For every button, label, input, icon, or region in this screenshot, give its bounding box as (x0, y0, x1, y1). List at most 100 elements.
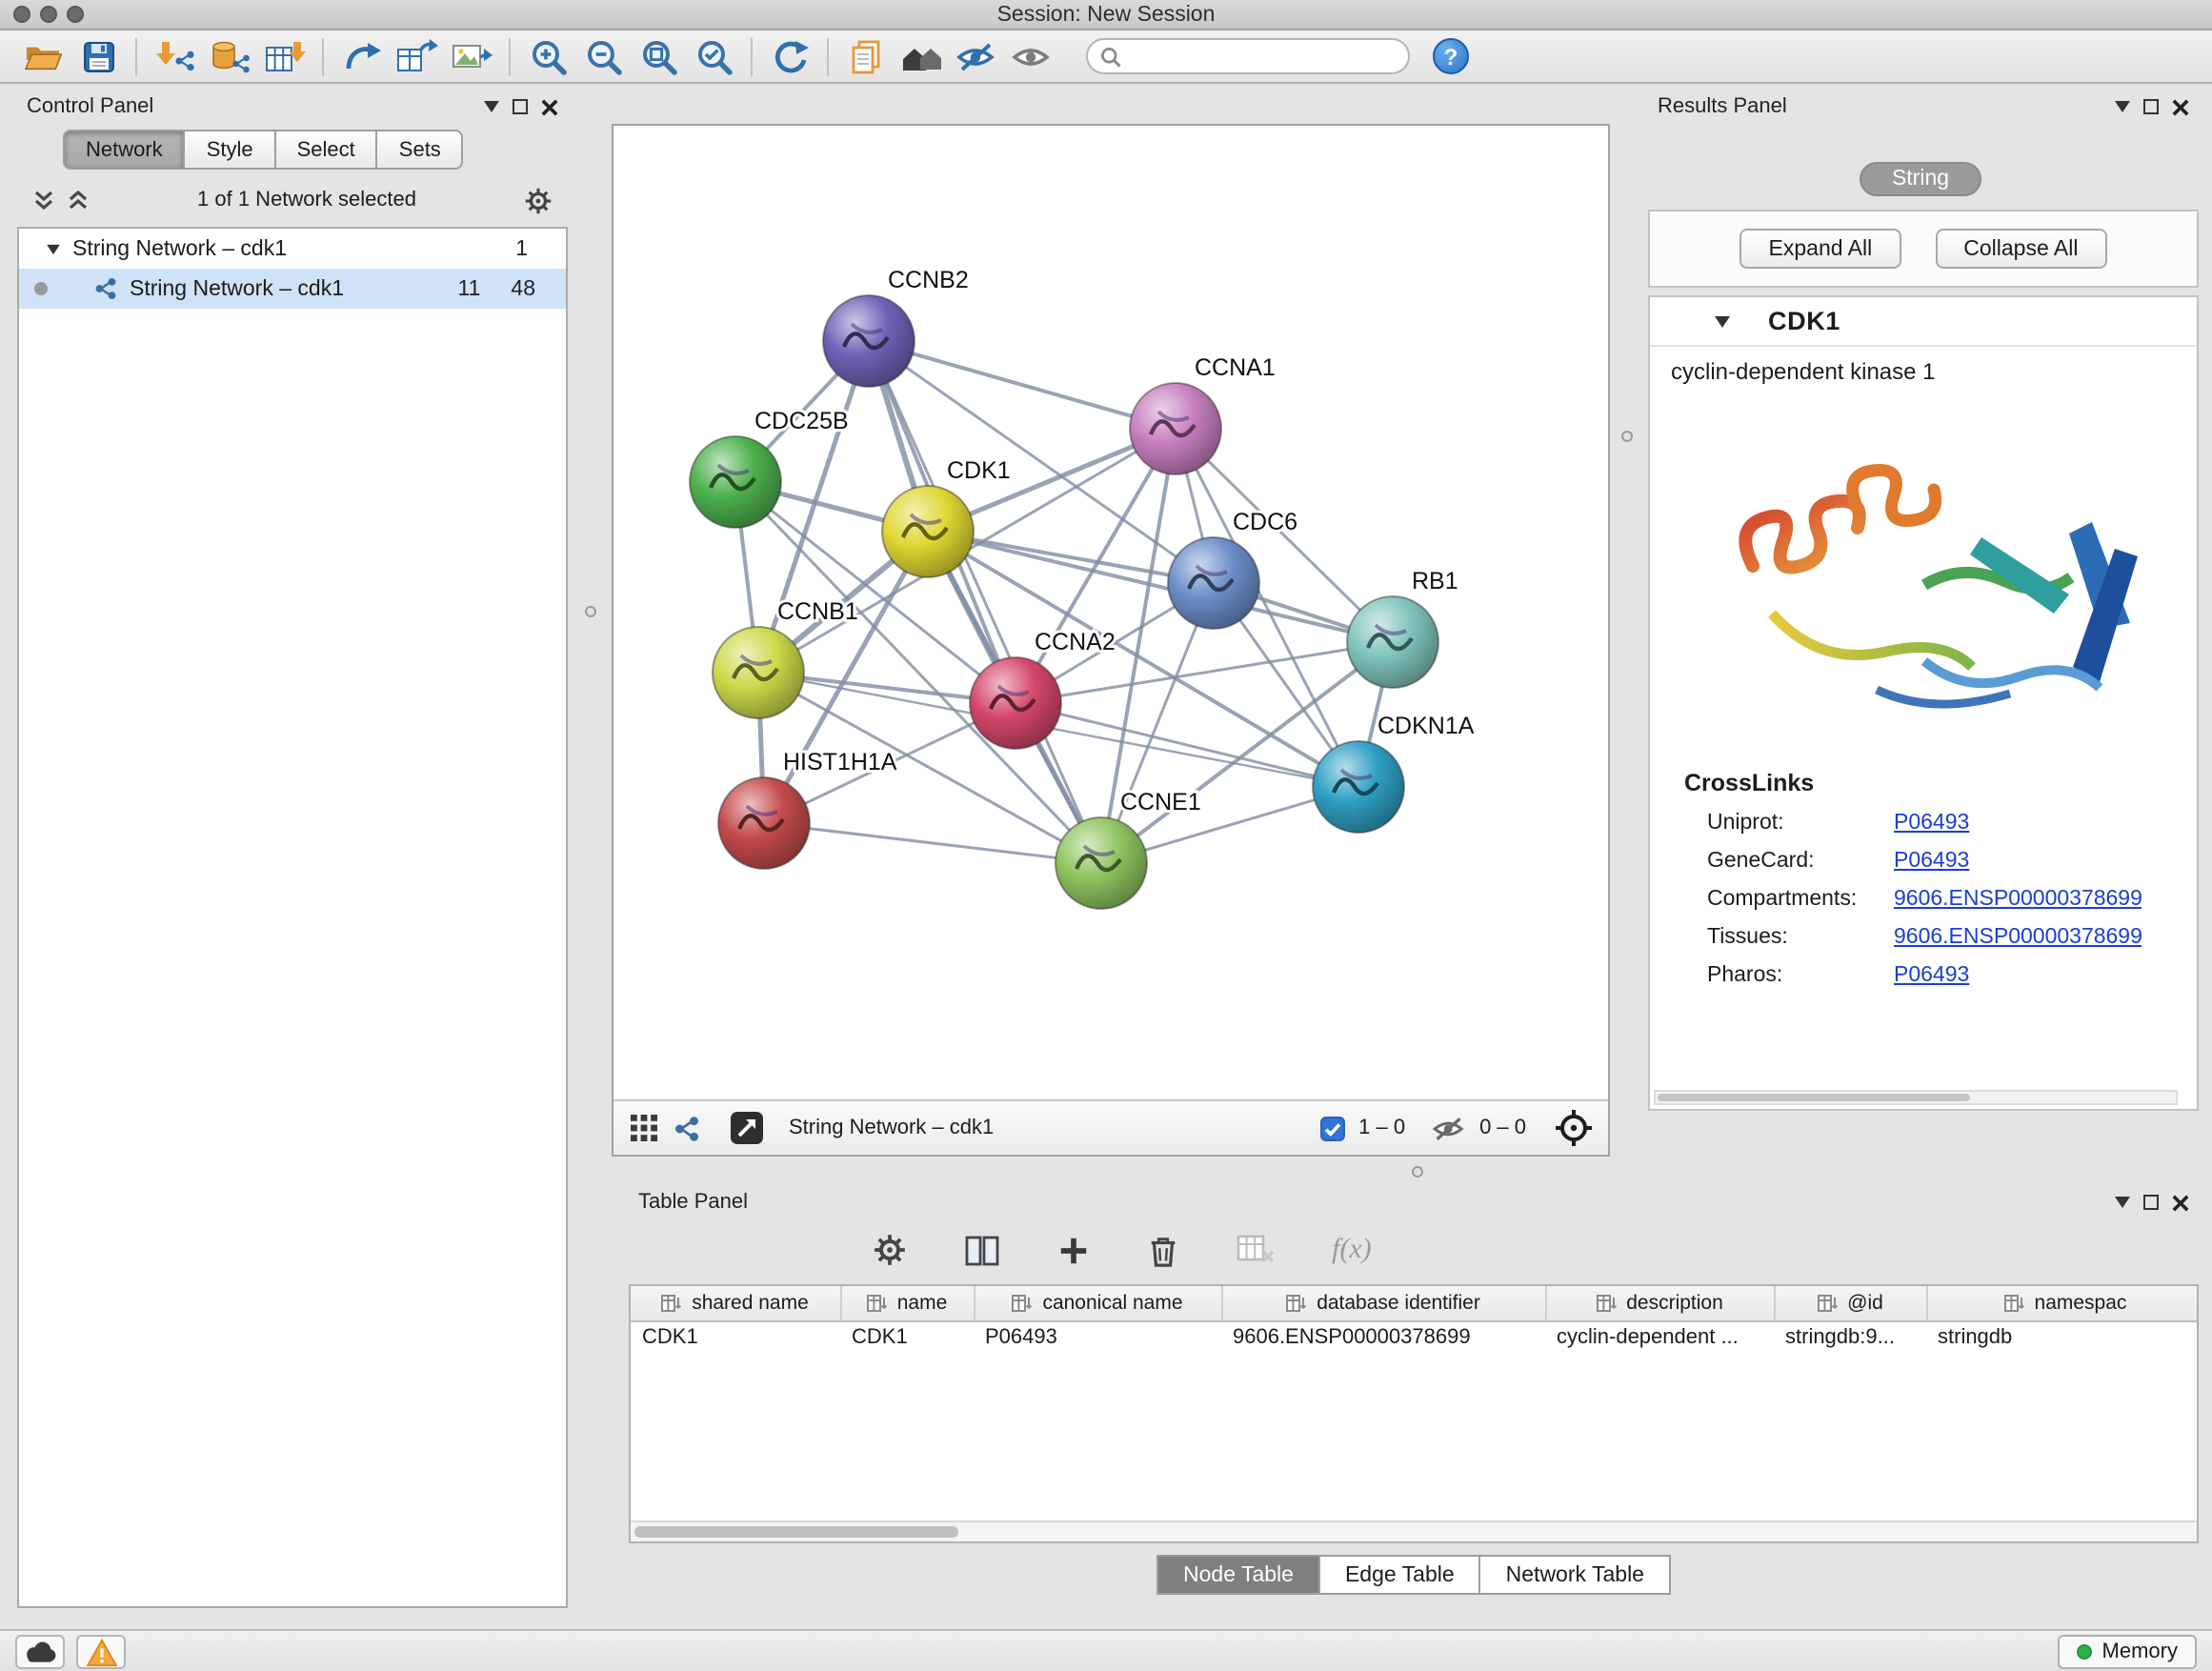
column-header-id[interactable]: @id (1774, 1286, 1926, 1320)
cloud-status-button[interactable] (15, 1635, 65, 1669)
maximize-panel-button[interactable] (2143, 99, 2159, 114)
fit-selected-crosshair-icon[interactable] (1555, 1109, 1593, 1147)
table-settings-gear-button[interactable] (873, 1233, 907, 1267)
import-table-button[interactable] (257, 33, 312, 79)
hidden-eye-slash-icon[interactable] (1430, 1114, 1466, 1142)
help-button[interactable]: ? (1433, 38, 1469, 74)
search-box[interactable] (1086, 38, 1410, 74)
cell-database-identifier[interactable]: 9606.ENSP00000378699 (1221, 1320, 1545, 1353)
crosslink-link[interactable]: 9606.ENSP00000378699 (1894, 926, 2142, 949)
zoom-selected-button[interactable] (686, 33, 741, 79)
show-all-button[interactable] (1004, 33, 1059, 79)
section-collapse-icon[interactable] (1715, 315, 1730, 327)
import-network-file-button[interactable] (147, 33, 202, 79)
crosslink-link[interactable]: P06493 (1894, 812, 1969, 835)
table-horizontal-scrollbar[interactable] (631, 1520, 2197, 1541)
network-row-selected[interactable]: String Network – cdk1 11 48 (19, 269, 566, 309)
node-CCNB1[interactable]: CCNB1 (713, 598, 858, 718)
close-panel-button[interactable] (2172, 1194, 2189, 1211)
export-image-button[interactable] (444, 33, 499, 79)
warnings-button[interactable] (76, 1635, 126, 1669)
column-header-canonical-name[interactable]: canonical name (974, 1286, 1221, 1320)
horizontal-splitter-handle[interactable] (1412, 1166, 1423, 1178)
close-panel-button[interactable] (541, 98, 558, 115)
expand-all-button[interactable]: Expand All (1740, 229, 1901, 269)
edge-CCNB2-CCNA1[interactable] (869, 341, 1176, 429)
table-row[interactable]: CDK1 CDK1 P06493 9606.ENSP00000378699 cy… (631, 1320, 2199, 1353)
column-header-name[interactable]: name (840, 1286, 974, 1320)
column-header-database-identifier[interactable]: database identifier (1221, 1286, 1545, 1320)
node-CDKN1A[interactable]: CDKN1A (1313, 713, 1475, 833)
string-app-icon[interactable] (673, 1114, 701, 1142)
left-splitter-handle[interactable] (585, 606, 596, 617)
delete-table-button-disabled[interactable] (1237, 1233, 1275, 1267)
float-panel-button[interactable] (2115, 1197, 2130, 1208)
memory-button[interactable]: Memory (2059, 1635, 2197, 1669)
birds-eye-grid-icon[interactable] (629, 1113, 659, 1143)
add-column-button[interactable] (1057, 1234, 1090, 1266)
results-horizontal-scrollbar[interactable] (1654, 1090, 2178, 1105)
column-header-shared-name[interactable]: shared name (631, 1286, 840, 1320)
home-button[interactable] (894, 33, 949, 79)
hide-selected-button[interactable] (949, 33, 1004, 79)
save-session-button[interactable] (70, 33, 126, 79)
crosslink-link[interactable]: P06493 (1894, 964, 1969, 987)
gene-section-header[interactable]: CDK1 (1650, 297, 2197, 347)
minimize-window-button[interactable] (40, 6, 57, 23)
cell-description[interactable]: cyclin-dependent ... (1545, 1320, 1774, 1353)
network-graph[interactable]: CCNB2CCNA1CDC25BCDK1CDC6RB1CCNB1CCNA2CDK… (613, 126, 1608, 1099)
edge-HIST1H1A-CCNE1[interactable] (764, 823, 1101, 863)
maximize-panel-button[interactable] (513, 99, 528, 114)
open-external-button[interactable] (730, 1111, 764, 1145)
maximize-panel-button[interactable] (2143, 1195, 2159, 1210)
crosslink-link[interactable]: 9606.ENSP00000378699 (1894, 888, 2142, 911)
search-input[interactable] (1130, 46, 1397, 67)
float-panel-button[interactable] (2115, 101, 2130, 112)
node-CDK1[interactable]: CDK1 (882, 457, 1011, 577)
clone-network-button[interactable] (389, 33, 444, 79)
zoom-fit-button[interactable] (631, 33, 686, 79)
delete-column-button[interactable] (1147, 1232, 1179, 1268)
float-panel-button[interactable] (484, 101, 499, 112)
crosslink-link[interactable]: P06493 (1894, 850, 1969, 873)
network-view[interactable]: CCNB2CCNA1CDC25BCDK1CDC6RB1CCNB1CCNA2CDK… (612, 124, 1610, 1157)
cell-shared-name[interactable]: CDK1 (631, 1320, 840, 1353)
close-window-button[interactable] (13, 6, 30, 23)
close-panel-button[interactable] (2172, 98, 2189, 115)
right-splitter-handle[interactable] (1621, 431, 1633, 442)
tab-sets[interactable]: Sets (378, 130, 464, 170)
cell-namespace[interactable]: stringdb (1926, 1320, 2199, 1353)
node-CCNB2[interactable]: CCNB2 (823, 267, 969, 387)
cell-name[interactable]: CDK1 (840, 1320, 974, 1353)
network-collection-row[interactable]: String Network – cdk1 1 (19, 229, 566, 269)
node-CDC6[interactable]: CDC6 (1168, 509, 1297, 629)
expand-all-button[interactable] (67, 189, 90, 211)
tab-node-table[interactable]: Node Table (1156, 1555, 1320, 1595)
cell-canonical-name[interactable]: P06493 (974, 1320, 1221, 1353)
node-CCNA1[interactable]: CCNA1 (1130, 354, 1276, 474)
collapse-all-button[interactable] (32, 189, 55, 211)
function-builder-button[interactable]: f(x) (1332, 1234, 1372, 1266)
copy-button[interactable] (838, 33, 894, 79)
new-network-button[interactable] (333, 33, 389, 79)
zoom-out-button[interactable] (575, 33, 631, 79)
collapse-all-button[interactable]: Collapse All (1935, 229, 2106, 269)
tab-style[interactable]: Style (186, 130, 276, 170)
show-columns-button[interactable] (964, 1232, 1000, 1268)
selected-checkbox-icon[interactable] (1320, 1116, 1345, 1140)
network-options-gear-button[interactable] (524, 186, 553, 214)
results-tab-string[interactable]: String (1860, 162, 1981, 196)
edge-CCNB2-CCNE1[interactable] (869, 341, 1101, 863)
open-session-button[interactable] (15, 33, 70, 79)
zoom-window-button[interactable] (67, 6, 84, 23)
column-header-description[interactable]: description (1545, 1286, 1774, 1320)
cell-id[interactable]: stringdb:9... (1774, 1320, 1926, 1353)
edge-CDK1-RB1[interactable] (928, 532, 1393, 642)
node-RB1[interactable]: RB1 (1347, 568, 1458, 688)
tab-network[interactable]: Network (63, 130, 186, 170)
import-network-database-button[interactable] (202, 33, 257, 79)
collection-expander-icon[interactable] (47, 244, 60, 253)
tab-edge-table[interactable]: Edge Table (1320, 1555, 1481, 1595)
refresh-view-button[interactable] (762, 33, 817, 79)
zoom-in-button[interactable] (520, 33, 575, 79)
